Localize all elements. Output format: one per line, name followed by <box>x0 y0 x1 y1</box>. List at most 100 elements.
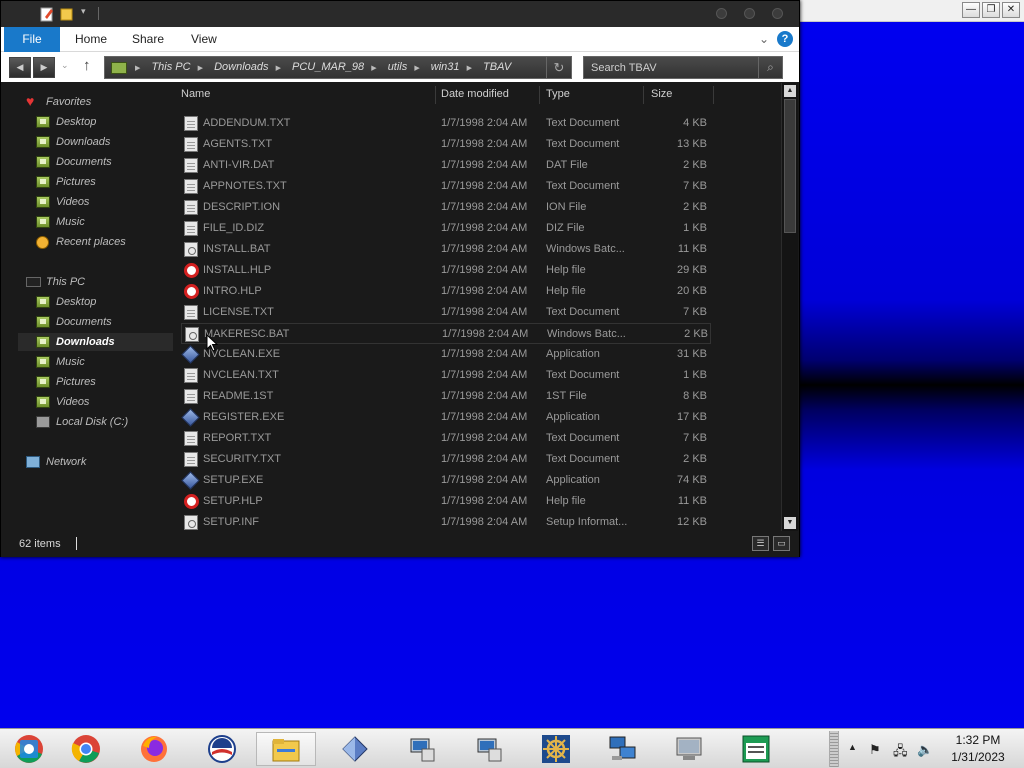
search-box[interactable]: ⌕ <box>583 56 783 79</box>
action-center-flag-icon[interactable]: ⚑ <box>869 742 881 758</box>
taskbar-ship-wheel[interactable] <box>527 732 587 766</box>
column-header-name[interactable]: Name <box>181 88 210 100</box>
breadcrumb-tbav[interactable]: TBAV <box>483 61 511 73</box>
breadcrumb-separator[interactable]: ▶ <box>467 65 472 72</box>
setup-info-icon <box>184 515 198 530</box>
taskbar-setup-computer-2[interactable] <box>460 732 520 766</box>
search-icon[interactable]: ⌕ <box>758 57 782 78</box>
column-divider[interactable] <box>539 86 540 104</box>
minimize-button[interactable] <box>716 8 727 19</box>
tab-file[interactable]: File <box>4 27 60 52</box>
file-row[interactable]: SETUP.INF 1/7/1998 2:04 AM Setup Informat.… <box>181 512 711 533</box>
forward-button[interactable]: ▶ <box>33 57 55 78</box>
breadcrumb-separator[interactable]: ▶ <box>198 65 203 72</box>
taskbar-network-computers[interactable] <box>594 732 654 766</box>
file-row[interactable]: AGENTS.TXT 1/7/1998 2:04 AM Text Document 1… <box>181 134 711 155</box>
file-name: DESCRIPT.ION <box>203 201 281 213</box>
recent-locations-icon[interactable]: ⌄ <box>61 60 69 71</box>
item-count: 62 items <box>19 538 61 550</box>
tab-share[interactable]: Share <box>118 27 178 52</box>
file-row[interactable]: FILE_ID.DIZ 1/7/1998 2:04 AM DIZ File 1 KB <box>181 218 711 239</box>
file-row[interactable]: INTRO.HLP 1/7/1998 2:04 AM Help file 20 KB <box>181 281 711 302</box>
file-row[interactable]: INSTALL.BAT 1/7/1998 2:04 AM Windows Batc.… <box>181 239 711 260</box>
file-row[interactable]: REGISTER.EXE 1/7/1998 2:04 AM Application 1… <box>181 407 711 428</box>
taskbar-chrome[interactable] <box>57 732 117 766</box>
breadcrumb-this-pc[interactable]: This PC <box>151 61 190 73</box>
column-divider[interactable] <box>643 86 644 104</box>
file-explorer-icon <box>272 739 300 762</box>
close-button[interactable]: ✕ <box>1002 2 1020 18</box>
file-date-modified: 1/7/1998 2:04 AM <box>441 264 528 276</box>
file-size: 1 KB <box>683 222 707 234</box>
scroll-up-icon[interactable]: ▲ <box>784 85 796 97</box>
maximize-button[interactable] <box>744 8 755 19</box>
address-bar[interactable]: ▶ This PC ▶ Downloads ▶ PCU_MAR_98 ▶ uti… <box>104 56 572 79</box>
file-row[interactable]: ANTI-VIR.DAT 1/7/1998 2:04 AM DAT File 2 KB <box>181 155 711 176</box>
close-button[interactable] <box>772 8 783 19</box>
column-header-size[interactable]: Size <box>651 88 672 100</box>
show-hidden-icons-icon[interactable]: ▲ <box>848 742 857 752</box>
file-date-modified: 1/7/1998 2:04 AM <box>441 159 528 171</box>
large-icons-view-icon[interactable]: ▭ <box>773 536 790 551</box>
file-row[interactable]: SETUP.EXE 1/7/1998 2:04 AM Application 74 K… <box>181 470 711 491</box>
restore-button[interactable]: ❐ <box>982 2 1000 18</box>
status-separator <box>76 537 77 550</box>
taskbar-obama-logo[interactable] <box>193 732 253 766</box>
clock[interactable]: 1:32 PM 1/31/2023 <box>938 732 1018 766</box>
breadcrumb-separator[interactable]: ▶ <box>414 65 419 72</box>
file-row[interactable]: APPNOTES.TXT 1/7/1998 2:04 AM Text Documen… <box>181 176 711 197</box>
quick-access-dropdown-icon[interactable]: ▾ <box>81 6 86 17</box>
search-input[interactable] <box>591 60 751 75</box>
vertical-scrollbar[interactable]: ▲ ▼ <box>781 83 798 531</box>
refresh-icon[interactable]: ↻ <box>546 57 571 78</box>
file-row[interactable]: INSTALL.HLP 1/7/1998 2:04 AM Help file 29 K… <box>181 260 711 281</box>
taskbar-file-explorer[interactable] <box>256 732 316 766</box>
file-row[interactable]: NVCLEAN.EXE 1/7/1998 2:04 AM Application 31… <box>181 344 711 365</box>
new-folder-icon[interactable] <box>59 6 75 22</box>
column-divider[interactable] <box>713 86 714 104</box>
scroll-thumb[interactable] <box>784 99 796 233</box>
scroll-down-icon[interactable]: ▼ <box>784 517 796 529</box>
breadcrumb-win31[interactable]: win31 <box>431 61 460 73</box>
file-row[interactable]: NVCLEAN.TXT 1/7/1998 2:04 AM Text Document… <box>181 365 711 386</box>
tab-view[interactable]: View <box>177 27 231 52</box>
taskbar-firefox[interactable] <box>125 732 185 766</box>
file-row[interactable]: SETUP.HLP 1/7/1998 2:04 AM Help file 11 KB <box>181 491 711 512</box>
minimize-button[interactable]: — <box>962 2 980 18</box>
file-row[interactable]: LICENSE.TXT 1/7/1998 2:04 AM Text Document… <box>181 302 711 323</box>
tab-home[interactable]: Home <box>61 27 121 52</box>
file-row[interactable]: REPORT.TXT 1/7/1998 2:04 AM Text Document 7… <box>181 428 711 449</box>
breadcrumb-utils[interactable]: utils <box>388 61 408 73</box>
file-type: Application <box>546 411 600 423</box>
file-row[interactable]: README.1ST 1/7/1998 2:04 AM 1ST File 8 KB <box>181 386 711 407</box>
taskbar-monitor[interactable] <box>660 732 720 766</box>
help-icon[interactable]: ? <box>777 31 793 47</box>
details-view-icon[interactable]: ☰ <box>752 536 769 551</box>
breadcrumb-separator[interactable]: ▶ <box>371 65 376 72</box>
back-button[interactable]: ◀ <box>9 57 31 78</box>
text-file-icon <box>184 389 198 404</box>
expand-ribbon-icon[interactable]: ⌄ <box>759 32 769 46</box>
column-divider[interactable] <box>435 86 436 104</box>
taskbar-setup-computer[interactable] <box>393 732 453 766</box>
properties-icon[interactable] <box>39 6 55 22</box>
up-button[interactable]: ↑ <box>83 57 91 74</box>
taskbar-app-diamond[interactable] <box>326 732 386 766</box>
network-status-icon[interactable]: 🖧 <box>893 742 908 764</box>
volume-icon[interactable]: 🔈 <box>917 742 933 758</box>
breadcrumb-separator[interactable]: ▶ <box>135 65 140 72</box>
taskbar-grip[interactable] <box>829 731 839 767</box>
file-row[interactable]: SECURITY.TXT 1/7/1998 2:04 AM Text Documen… <box>181 449 711 470</box>
file-row[interactable]: DESCRIPT.ION 1/7/1998 2:04 AM ION File 2 KB <box>181 197 711 218</box>
file-date-modified: 1/7/1998 2:04 AM <box>441 222 528 234</box>
file-row[interactable]: MAKERESC.BAT 1/7/1998 2:04 AM Windows Batc… <box>181 323 711 344</box>
file-row[interactable]: ADDENDUM.TXT 1/7/1998 2:04 AM Text Documen… <box>181 113 711 134</box>
breadcrumb-downloads[interactable]: Downloads <box>214 61 268 73</box>
sidebar-item-label: Local Disk (C:) <box>56 416 129 428</box>
taskbar-start-chrome[interactable] <box>0 732 60 766</box>
column-header-date[interactable]: Date modified <box>441 88 509 100</box>
taskbar-font-viewer[interactable] <box>727 732 787 766</box>
column-header-type[interactable]: Type <box>546 88 570 100</box>
breadcrumb-separator[interactable]: ▶ <box>276 65 281 72</box>
breadcrumb-pcu-mar-98[interactable]: PCU_MAR_98 <box>292 61 364 73</box>
